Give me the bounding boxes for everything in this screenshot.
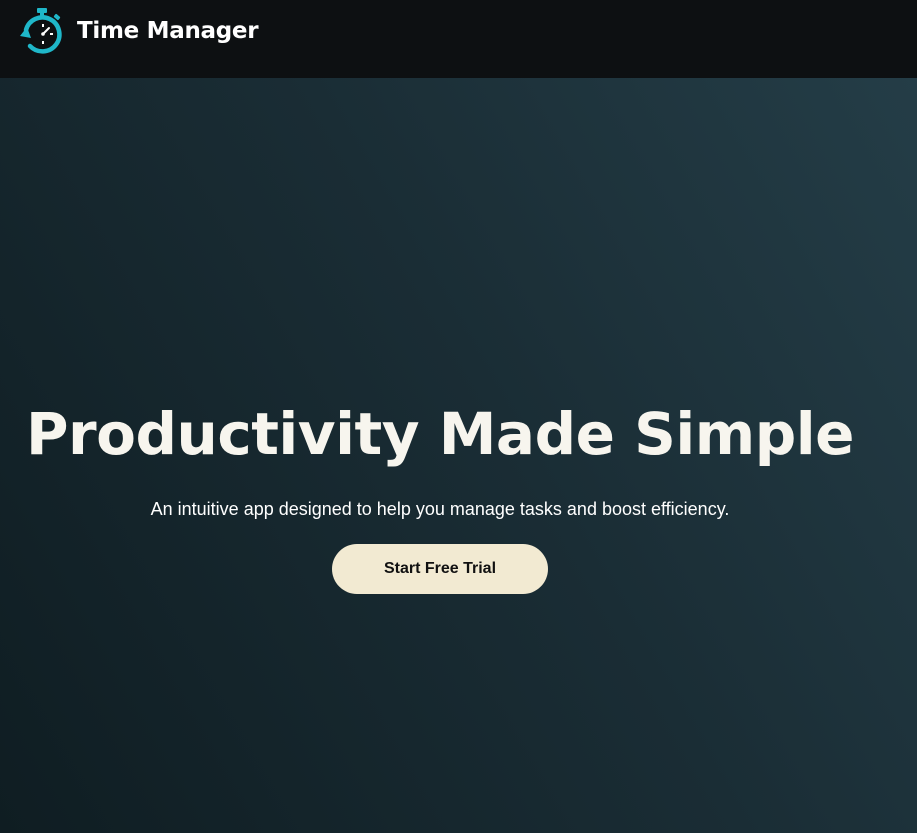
hero-subtitle: An intuitive app designed to help you ma…: [150, 499, 730, 519]
hero-section: Productivity Made Simple An intuitive ap…: [0, 78, 917, 833]
hero-title: Productivity Made Simple: [26, 400, 854, 468]
top-navbar: Time Manager: [0, 0, 917, 78]
brand[interactable]: Time Manager: [18, 6, 259, 56]
brand-name: Time Manager: [77, 18, 259, 44]
stopwatch-icon: [20, 8, 62, 54]
start-free-trial-button[interactable]: Start Free Trial: [332, 544, 548, 594]
